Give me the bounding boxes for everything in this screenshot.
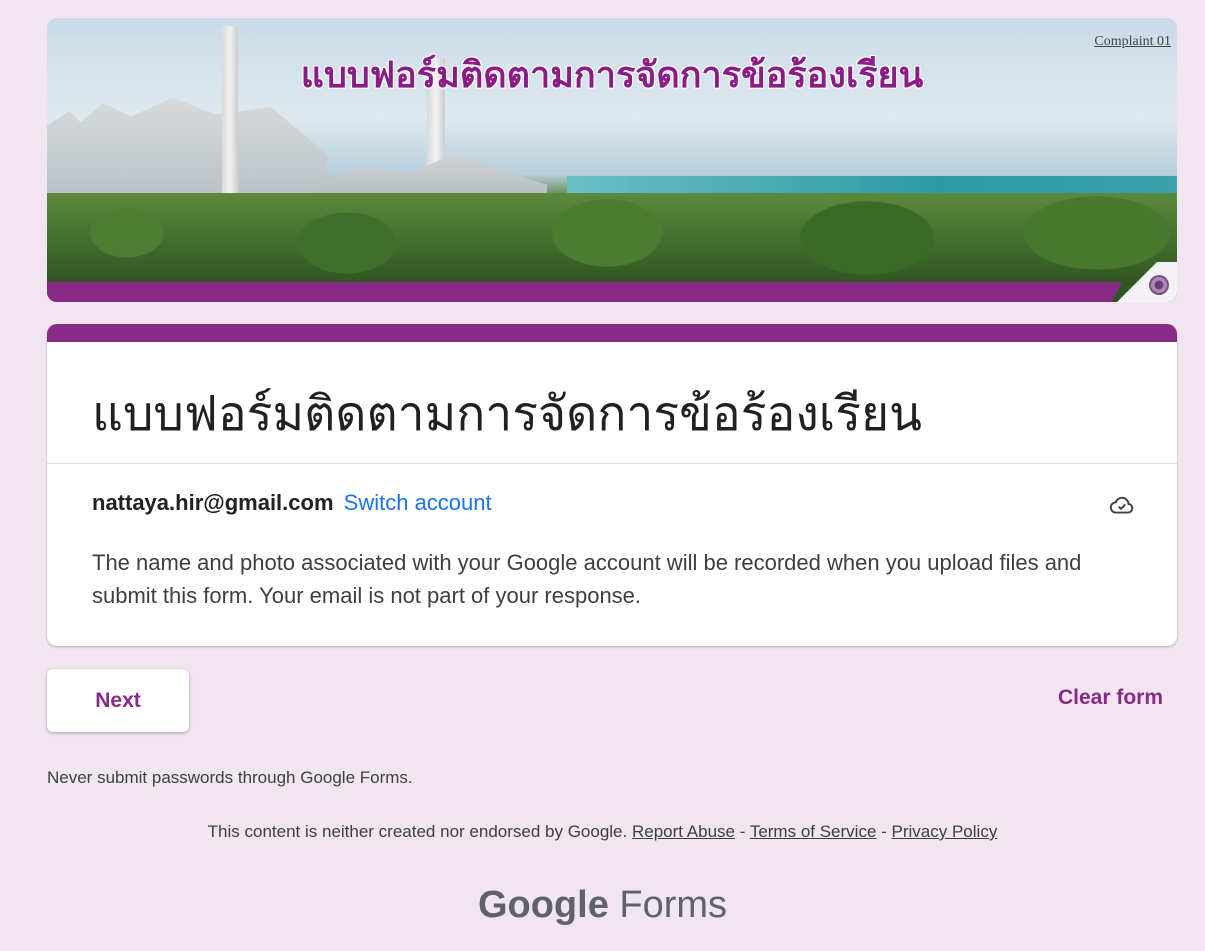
footer-disclaimer: This content is neither created nor endo…: [0, 822, 1205, 842]
banner-tag: Complaint 01: [1094, 34, 1171, 49]
separator: -: [735, 822, 750, 841]
banner-accent-strip: [47, 282, 1122, 302]
header-banner: แบบฟอร์มติดตามการจัดการข้อร้องเรียน Comp…: [47, 18, 1177, 302]
form-title: แบบฟอร์มติดตามการจัดการข้อร้องเรียน: [92, 386, 922, 442]
card-accent-bar: [47, 324, 1177, 342]
report-abuse-link[interactable]: Report Abuse: [632, 822, 735, 841]
clear-form-button[interactable]: Clear form: [1058, 686, 1163, 710]
divider: [47, 463, 1177, 464]
form-header-card: แบบฟอร์มติดตามการจัดการข้อร้องเรียน natt…: [47, 324, 1177, 646]
account-email: nattaya.hir@gmail.com: [92, 490, 334, 515]
brand-google: Google: [477, 884, 609, 926]
switch-account-link[interactable]: Switch account: [344, 490, 492, 515]
terms-of-service-link[interactable]: Terms of Service: [750, 822, 877, 841]
organization-logo-icon: [1149, 275, 1169, 295]
privacy-policy-link[interactable]: Privacy Policy: [892, 822, 998, 841]
separator: -: [876, 822, 892, 841]
banner-trees: [47, 193, 1177, 285]
cloud-check-icon[interactable]: [1109, 492, 1135, 518]
disclaimer-text: This content is neither created nor endo…: [207, 822, 628, 841]
account-notice: The name and photo associated with your …: [92, 550, 1082, 608]
banner-title: แบบฟอร์มติดตามการจัดการข้อร้องเรียน: [300, 55, 924, 96]
google-forms-logo[interactable]: Google Forms: [0, 884, 1205, 927]
account-info: nattaya.hir@gmail.com Switch account: [92, 490, 492, 516]
brand-forms: Forms: [619, 884, 728, 926]
next-button[interactable]: Next: [47, 669, 189, 732]
password-warning: Never submit passwords through Google Fo…: [47, 768, 413, 787]
